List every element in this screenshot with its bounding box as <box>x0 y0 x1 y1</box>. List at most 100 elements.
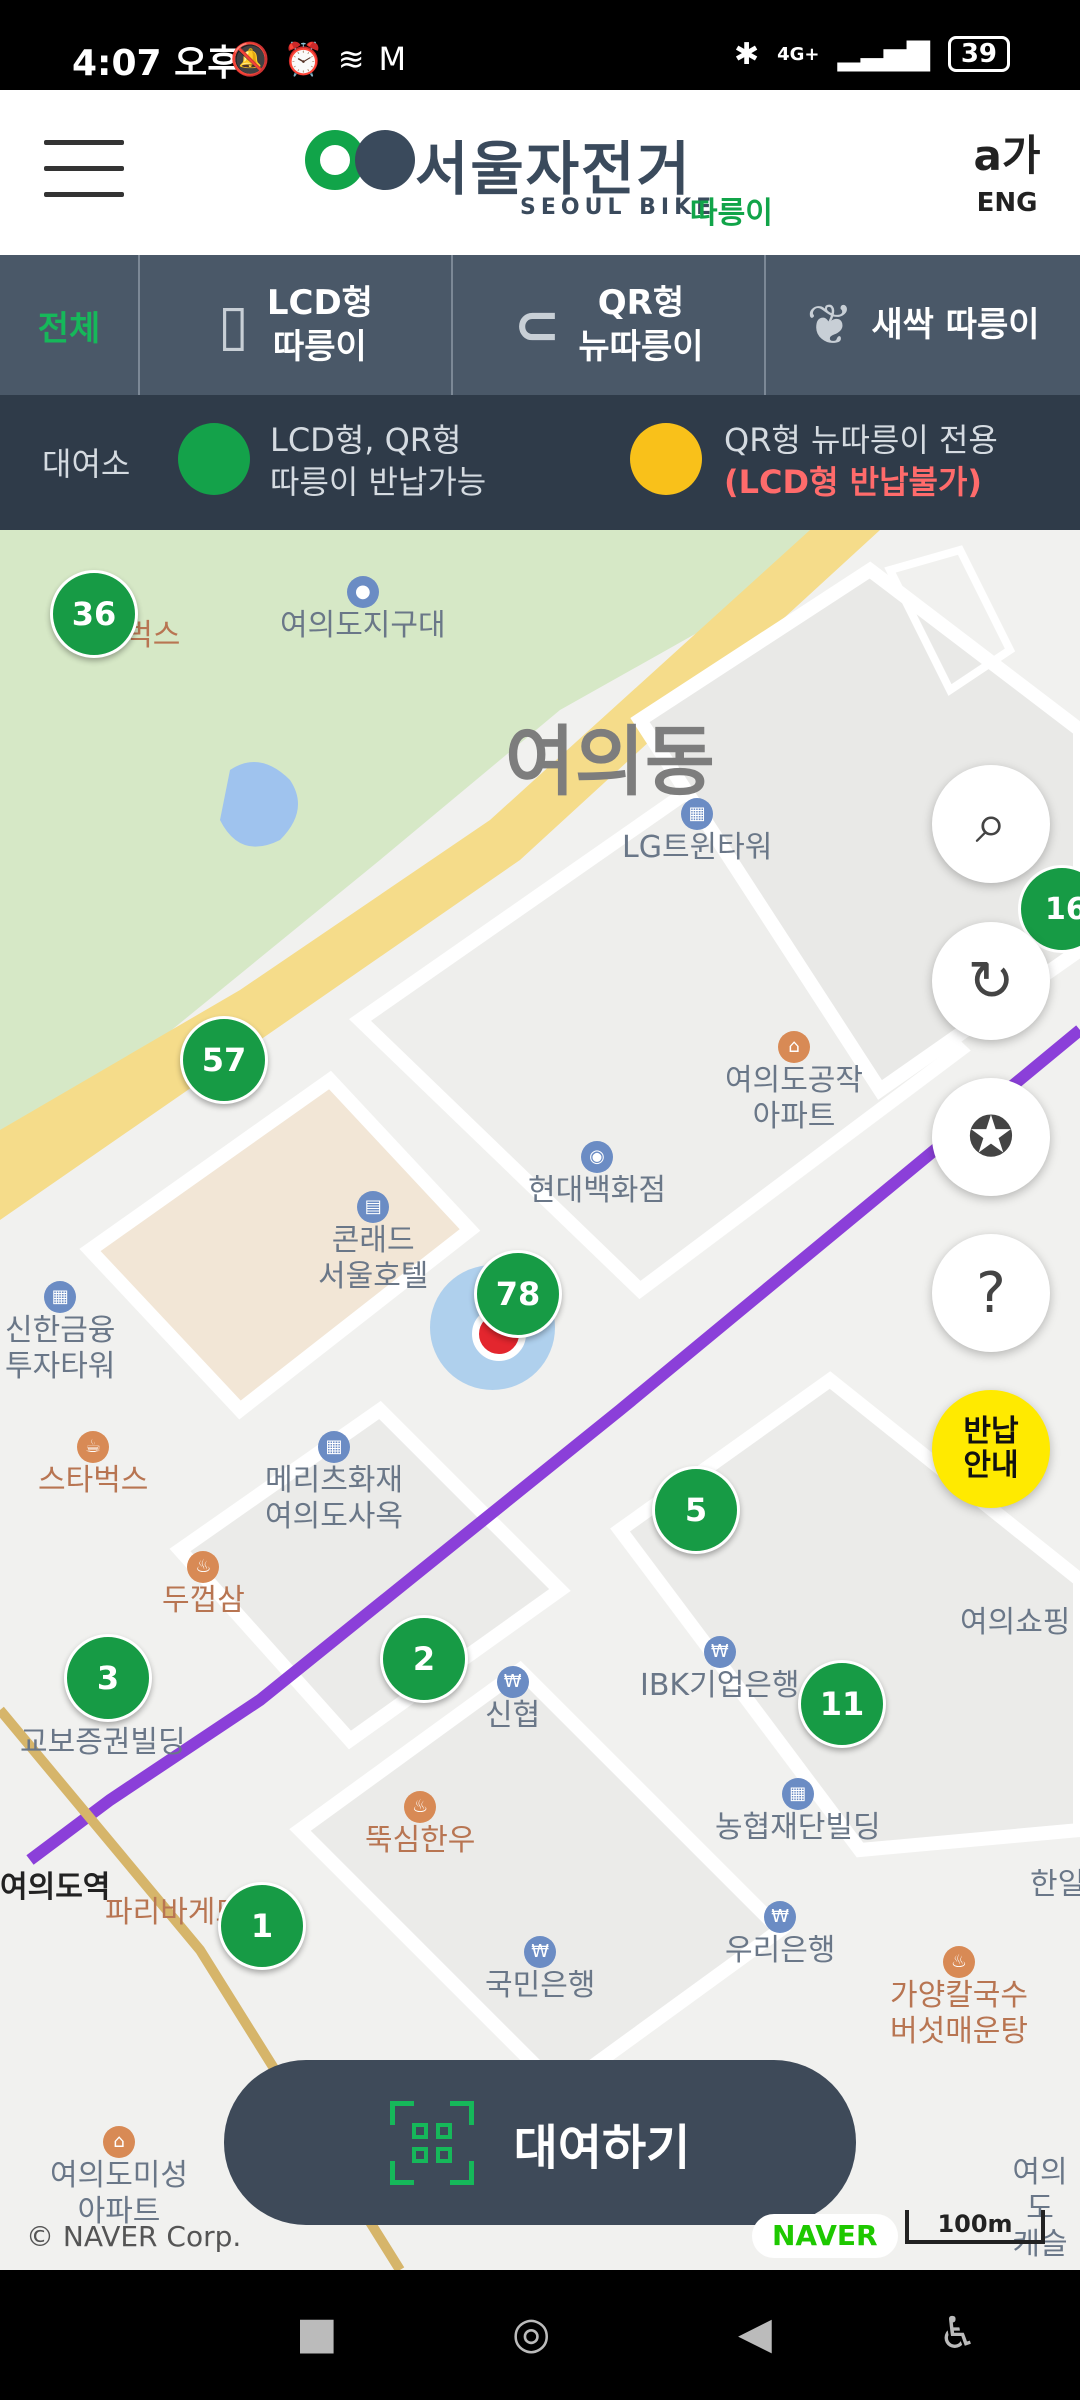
poi-gayang[interactable]: ♨ 가양칼국수 버섯매운탕 <box>890 1940 1028 2050</box>
poi-label: 뚝심한우 <box>365 1823 476 1858</box>
poi-police[interactable]: ● 여의도지구대 <box>280 570 446 644</box>
poi-gongjak-apt[interactable]: ⌂ 여의도공작 아파트 <box>725 1025 863 1135</box>
poi-label: 콘래드 서울호텔 <box>318 1223 429 1294</box>
poi-kyobo[interactable]: 교보증권빌딩 <box>20 1725 186 1761</box>
map-scale: 100m <box>905 2210 1045 2244</box>
back-icon[interactable]: ◀ <box>738 2308 772 2359</box>
tab-sprout[interactable]: ❦ 새싹 따릉이 <box>766 255 1080 395</box>
search-icon[interactable]: ⌕ <box>932 765 1050 883</box>
help-icon[interactable]: ? <box>932 1234 1050 1352</box>
wifi-icon: ≋ <box>337 40 379 78</box>
poi-ibk[interactable]: ₩ IBK기업은행 <box>640 1630 800 1704</box>
legend-green-line2: 따릉이 반납가능 <box>270 463 487 501</box>
menu-icon[interactable] <box>44 140 124 200</box>
qr-bike-icon: ⊂ <box>513 292 561 358</box>
restaurant-icon: ♨ <box>187 1551 220 1583</box>
green-station-marker <box>178 423 250 495</box>
poi-kb[interactable]: ₩ 국민은행 <box>485 1930 595 2004</box>
station-cluster[interactable]: 1 <box>218 1882 306 1970</box>
poi-label: 여의쇼핑 <box>960 1605 1071 1640</box>
poi-misung-apt[interactable]: ⌂ 여의도미성 아파트 <box>50 2120 188 2230</box>
poi-label: 여의도미성 아파트 <box>50 2158 188 2229</box>
poi-label: 신한금융 투자타워 <box>5 1313 116 1384</box>
poi-hanil[interactable]: 한일 <box>1030 1867 1080 1903</box>
poi-shinhyup[interactable]: ₩ 신협 <box>485 1660 540 1734</box>
poi-dukkeopsam[interactable]: ♨ 두껍삼 <box>162 1545 245 1619</box>
hotel-icon: ▤ <box>357 1191 390 1223</box>
poi-label: 여의도지구대 <box>280 608 446 643</box>
station-cluster[interactable]: 2 <box>380 1615 468 1703</box>
bank-icon: ₩ <box>524 1936 557 1968</box>
cafe-icon: ☕ <box>77 1431 110 1463</box>
tab-all[interactable]: 전체 <box>0 255 140 395</box>
building-icon: ▦ <box>318 1431 350 1463</box>
poi-starbucks-2[interactable]: ☕ 스타벅스 <box>38 1425 148 1499</box>
tab-lcd[interactable]: ▯ LCD형 따릉이 <box>140 255 453 395</box>
legend-title: 대여소 <box>42 445 131 483</box>
status-right: ✱ 4G+ ▂▃▅▇ 39 <box>734 36 1010 72</box>
yellow-station-marker <box>630 423 702 495</box>
map-view[interactable]: 여의동 ●여의도지구대 스타벅스 ▦LG트윈타워 ⌂여의도공작 아파트 ◉현대백… <box>0 530 1080 2270</box>
status-time: 4:07 오후 <box>72 43 241 84</box>
alarm-icon: ⏰ <box>283 40 338 78</box>
poi-nonghyup[interactable]: ▦ 농협재단빌딩 <box>715 1772 881 1846</box>
logo-brand: 따릉이 <box>690 196 773 231</box>
language-icon: a가 <box>973 131 1041 180</box>
bike-type-tabs: 전체 ▯ LCD형 따릉이 ⊂ QR형 뉴따릉이 ❦ 새싹 따릉이 <box>0 255 1080 395</box>
poi-ttuksim[interactable]: ♨ 뚝심한우 <box>365 1785 475 1859</box>
building-icon: ▦ <box>681 798 714 830</box>
naver-logo: NAVER <box>752 2214 898 2258</box>
tab-lcd-label: LCD형 따릉이 <box>266 283 373 367</box>
accessibility-icon[interactable]: ♿ <box>938 2308 977 2359</box>
language-label: ENG <box>976 188 1038 218</box>
tab-qr-label: QR형 뉴따릉이 <box>578 283 704 367</box>
poi-label: 여의도역 <box>0 1870 111 1905</box>
station-cluster[interactable]: 57 <box>180 1016 268 1104</box>
map-credit: © NAVER Corp. <box>26 2220 242 2253</box>
station-cluster[interactable]: 78 <box>474 1250 562 1338</box>
legend-yellow-text: QR형 뉴따릉이 전용 (LCD형 반납불가) <box>724 419 998 503</box>
poi-label: 국민은행 <box>485 1968 596 2003</box>
logo-sub: SEOUL BIKE <box>520 195 717 220</box>
bank-icon: ₩ <box>764 1901 797 1933</box>
tab-all-label: 전체 <box>37 308 101 349</box>
station-cluster[interactable]: 5 <box>652 1466 740 1554</box>
building-icon: ▦ <box>44 1281 77 1313</box>
poi-lg-twin[interactable]: ▦ LG트윈타워 <box>622 792 772 866</box>
station-cluster[interactable]: 3 <box>64 1634 152 1722</box>
station-cluster[interactable]: 36 <box>50 570 138 658</box>
station-cluster[interactable]: 11 <box>798 1660 886 1748</box>
signal-icon: ▂▃▅▇ <box>837 36 930 72</box>
favorite-location-icon[interactable]: ✪ <box>932 1078 1050 1196</box>
tab-sprout-label: 새싹 따릉이 <box>871 305 1040 345</box>
sprout-icon: ❦ <box>806 292 854 358</box>
refresh-icon[interactable]: ↻ <box>932 922 1050 1040</box>
poi-woori[interactable]: ₩ 우리은행 <box>725 1895 835 1969</box>
restaurant-icon: ♨ <box>404 1791 437 1823</box>
language-toggle[interactable]: a가 ENG <box>968 131 1046 219</box>
tab-qr[interactable]: ⊂ QR형 뉴따릉이 <box>453 255 766 395</box>
home-icon[interactable]: ◎ <box>512 2308 550 2359</box>
poi-conrad[interactable]: ▤ 콘래드 서울호텔 <box>318 1185 428 1295</box>
poi-hyundai[interactable]: ◉ 현대백화점 <box>528 1135 666 1209</box>
legend-green-line1: LCD형, QR형 <box>270 421 462 459</box>
legend-green-text: LCD형, QR형 따릉이 반납가능 <box>270 419 486 503</box>
poi-yeoui-shopping[interactable]: 여의쇼핑 <box>960 1605 1070 1641</box>
return-guide-button[interactable]: 반납 안내 <box>932 1390 1050 1508</box>
poi-meritz[interactable]: ▦ 메리츠화재 여의도사옥 <box>265 1425 403 1535</box>
status-bar: 4:07 오후 🔕⏰≋M ✱ 4G+ ▂▃▅▇ 39 <box>0 0 1080 90</box>
recents-icon[interactable]: ■ <box>296 2308 338 2359</box>
poi-shinhan[interactable]: ▦ 신한금융 투자타워 <box>5 1275 115 1385</box>
rent-button[interactable]: 대여하기 <box>224 2060 856 2225</box>
poi-label: LG트윈타워 <box>622 830 773 865</box>
poi-label: 메리츠화재 여의도사옥 <box>265 1463 403 1534</box>
qr-scan-icon <box>389 2100 474 2185</box>
status-notification-icons: 🔕⏰≋M <box>230 40 420 78</box>
poi-label: 스타벅스 <box>38 1463 149 1498</box>
poi-castle[interactable]: 여의도 캐슬 <box>1000 2155 1080 2263</box>
poi-yeouido-station[interactable]: 여의도역 <box>0 1870 110 1906</box>
apartment-icon: ⌂ <box>103 2126 135 2158</box>
restaurant-icon: ♨ <box>943 1946 975 1978</box>
battery-icon: 39 <box>947 36 1010 72</box>
bluetooth-icon: ✱ <box>733 36 760 72</box>
